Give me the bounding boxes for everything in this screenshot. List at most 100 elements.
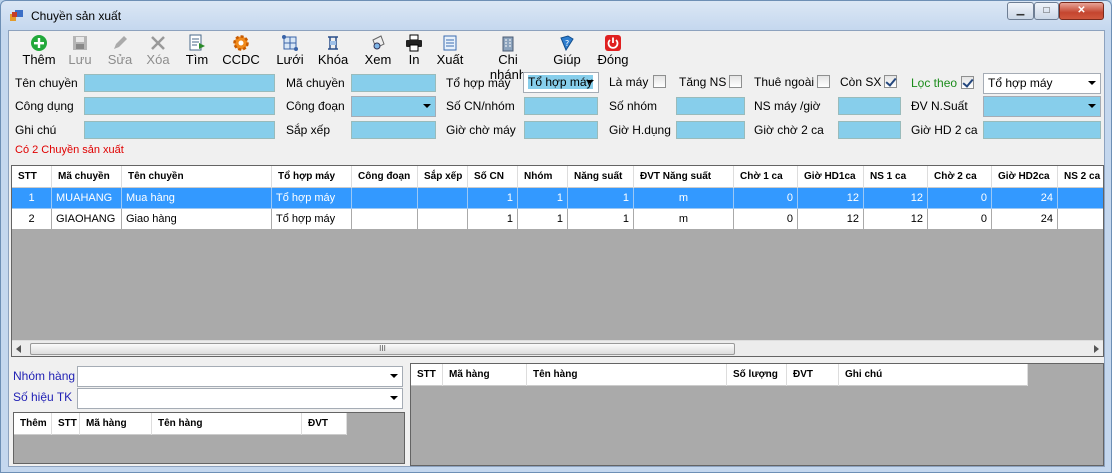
cong-doan-select[interactable] bbox=[351, 96, 436, 117]
gio-cho-2-ca-input[interactable] bbox=[838, 121, 901, 139]
table-cell[interactable]: m bbox=[634, 188, 734, 209]
find-button[interactable]: Tìm bbox=[181, 34, 213, 67]
loc-theo-checkbox[interactable] bbox=[961, 76, 974, 89]
grid-column-header[interactable]: ĐVT Năng suất bbox=[634, 166, 734, 188]
to-hop-may-select[interactable]: Tổ hợp máy bbox=[523, 72, 599, 93]
item-list-column-header[interactable]: Mã hàng bbox=[80, 413, 152, 435]
scroll-right-icon[interactable] bbox=[1094, 345, 1099, 353]
table-cell[interactable]: MUAHANG bbox=[52, 188, 122, 209]
item-list-grid[interactable]: Thêm STT Mã hàng Tên hàng ĐVT bbox=[13, 412, 405, 464]
table-cell[interactable]: 12 bbox=[864, 209, 928, 230]
thue-ngoai-checkbox[interactable] bbox=[817, 75, 830, 88]
grid-column-header[interactable]: STT bbox=[12, 166, 52, 188]
so-cn-nhom-input[interactable] bbox=[524, 97, 598, 115]
table-cell[interactable]: 24 bbox=[992, 209, 1058, 230]
line-items-grid[interactable]: STT Mã hàng Tên hàng Số lượng ĐVT Ghi chú bbox=[410, 363, 1104, 466]
line-items-column-header[interactable]: ĐVT bbox=[787, 364, 839, 386]
table-cell[interactable]: Tổ hợp máy bbox=[272, 188, 352, 209]
grid-column-header[interactable]: Giờ HD2ca bbox=[992, 166, 1058, 188]
grid-column-header[interactable]: Giờ HD1ca bbox=[798, 166, 864, 188]
loc-theo-select[interactable]: Tổ hợp máy bbox=[983, 73, 1101, 94]
dv-n-suat-select[interactable] bbox=[983, 96, 1101, 117]
table-cell[interactable]: 0 bbox=[734, 209, 798, 230]
ghi-chu-input[interactable] bbox=[84, 121, 275, 139]
close-button[interactable]: Đóng bbox=[597, 34, 629, 67]
grid-column-header[interactable]: Công đoạn bbox=[352, 166, 418, 188]
scroll-thumb[interactable]: III bbox=[30, 343, 735, 355]
line-items-column-header[interactable]: STT bbox=[411, 364, 443, 386]
table-cell[interactable]: 1 bbox=[568, 209, 634, 230]
table-cell[interactable]: m bbox=[634, 209, 734, 230]
grid-column-header[interactable]: Chờ 2 ca bbox=[928, 166, 992, 188]
grid-column-header[interactable]: NS 1 ca bbox=[864, 166, 928, 188]
maximize-button[interactable]: □ bbox=[1034, 2, 1059, 20]
item-list-column-header[interactable]: Tên hàng bbox=[152, 413, 302, 435]
so-nhom-input[interactable] bbox=[676, 97, 745, 115]
view-button[interactable]: Xem bbox=[361, 34, 395, 67]
table-cell[interactable]: Giao hàng bbox=[122, 209, 272, 230]
grid-column-header[interactable]: Sắp xếp bbox=[418, 166, 468, 188]
table-cell[interactable]: 1 bbox=[12, 188, 52, 209]
print-button[interactable]: In bbox=[403, 34, 425, 67]
grid-column-header[interactable]: Tổ hợp máy bbox=[272, 166, 352, 188]
table-cell[interactable]: Mua hàng bbox=[122, 188, 272, 209]
lock-button[interactable]: Khóa bbox=[316, 34, 350, 67]
table-cell[interactable]: 24 bbox=[992, 188, 1058, 209]
table-cell[interactable] bbox=[352, 209, 418, 230]
line-items-column-header[interactable]: Tên hàng bbox=[527, 364, 727, 386]
title-bar[interactable]: Chuyền sản xuất ▁ □ ✕ bbox=[1, 1, 1111, 30]
save-button[interactable]: Lưu bbox=[65, 34, 95, 67]
table-cell[interactable]: 12 bbox=[864, 188, 928, 209]
line-items-column-header[interactable]: Mã hàng bbox=[443, 364, 527, 386]
table-cell[interactable]: 1 bbox=[468, 188, 518, 209]
grid-column-header[interactable]: Tên chuyền bbox=[122, 166, 272, 188]
la-may-checkbox[interactable] bbox=[653, 75, 666, 88]
table-cell[interactable] bbox=[352, 188, 418, 209]
item-list-column-header[interactable]: Thêm bbox=[14, 413, 52, 435]
grid-column-header[interactable]: Năng suất bbox=[568, 166, 634, 188]
table-cell[interactable]: 12 bbox=[798, 188, 864, 209]
so-hieu-tk-select[interactable] bbox=[77, 388, 403, 409]
table-cell[interactable] bbox=[418, 188, 468, 209]
grid-column-header[interactable]: Chờ 1 ca bbox=[734, 166, 798, 188]
table-row[interactable]: 1 MUAHANG Mua hàng Tổ hợp máy 1 1 1 m 0 12 12 0 24 bbox=[12, 188, 1103, 209]
table-cell[interactable]: 0 bbox=[928, 188, 992, 209]
delete-button[interactable]: Xóa bbox=[143, 34, 173, 67]
gio-h-dung-input[interactable] bbox=[676, 121, 745, 139]
table-cell[interactable]: 2 bbox=[12, 209, 52, 230]
cong-dung-input[interactable] bbox=[84, 97, 275, 115]
table-cell[interactable]: GIAOHANG bbox=[52, 209, 122, 230]
table-cell[interactable] bbox=[1058, 188, 1103, 209]
production-line-grid[interactable]: STT Mã chuyền Tên chuyền Tổ hợp máy Công đoạ… bbox=[11, 165, 1104, 357]
scroll-left-icon[interactable] bbox=[16, 345, 21, 353]
item-list-column-header[interactable]: STT bbox=[52, 413, 80, 435]
minimize-button[interactable]: ▁ bbox=[1007, 2, 1034, 20]
add-button[interactable]: Thêm bbox=[21, 34, 57, 67]
table-cell[interactable]: 0 bbox=[928, 209, 992, 230]
table-cell[interactable]: 1 bbox=[518, 188, 568, 209]
table-cell[interactable]: Tổ hợp máy bbox=[272, 209, 352, 230]
table-cell[interactable]: 0 bbox=[734, 188, 798, 209]
grid-column-header[interactable]: NS 2 ca bbox=[1058, 166, 1103, 188]
close-window-button[interactable]: ✕ bbox=[1059, 2, 1104, 20]
table-cell[interactable]: 1 bbox=[568, 188, 634, 209]
table-cell[interactable] bbox=[1058, 209, 1103, 230]
gio-cho-may-input[interactable] bbox=[524, 121, 598, 139]
nhom-hang-select[interactable] bbox=[77, 366, 403, 387]
ma-chuyen-input[interactable] bbox=[351, 74, 436, 92]
table-cell[interactable]: 1 bbox=[518, 209, 568, 230]
table-cell[interactable]: 12 bbox=[798, 209, 864, 230]
horizontal-scrollbar[interactable]: III bbox=[12, 340, 1103, 356]
grid-column-header[interactable]: Mã chuyền bbox=[52, 166, 122, 188]
table-cell[interactable] bbox=[418, 209, 468, 230]
ten-chuyen-input[interactable] bbox=[84, 74, 275, 92]
tools-button[interactable]: CCDC bbox=[221, 34, 261, 67]
item-list-column-header[interactable]: ĐVT bbox=[302, 413, 347, 435]
line-items-column-header[interactable]: Số lượng bbox=[727, 364, 787, 386]
con-sx-checkbox[interactable] bbox=[884, 75, 897, 88]
help-button[interactable]: ? Giúp bbox=[553, 34, 581, 67]
edit-button[interactable]: Sửa bbox=[105, 34, 135, 67]
table-cell[interactable]: 1 bbox=[468, 209, 518, 230]
table-row[interactable]: 2 GIAOHANG Giao hàng Tổ hợp máy 1 1 1 m 0 12 12 0 24 bbox=[12, 209, 1103, 230]
grid-button[interactable]: Lưới bbox=[274, 34, 306, 67]
